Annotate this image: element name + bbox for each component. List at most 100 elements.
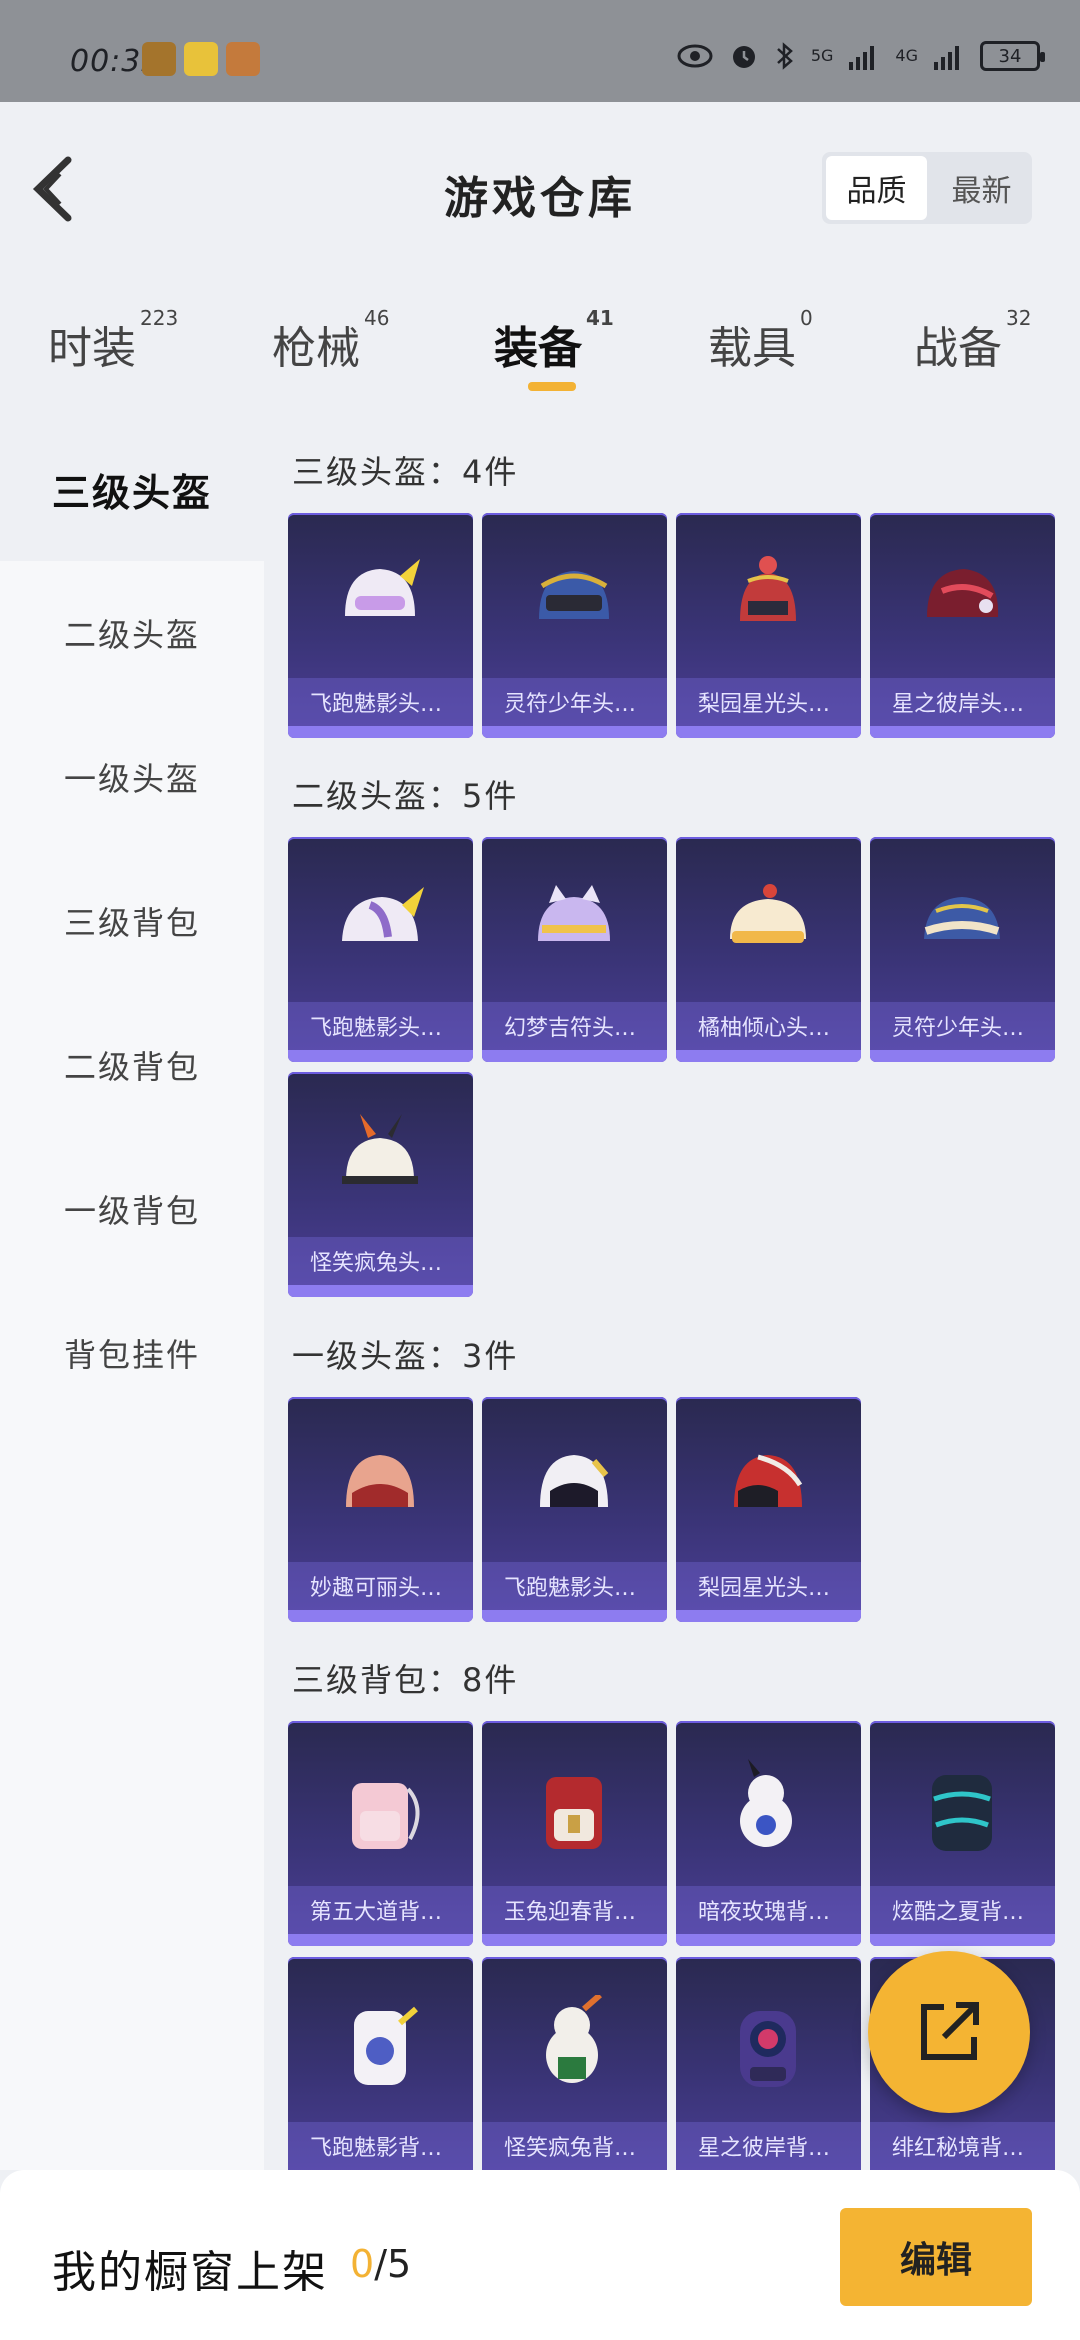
- rarity-bar: [288, 1285, 473, 1297]
- tab-weapons[interactable]: 枪械46: [272, 306, 389, 376]
- rarity-bar: [676, 1050, 861, 1062]
- sort-quality-button[interactable]: 品质: [826, 156, 927, 220]
- item-card[interactable]: 玉兔迎春背…: [482, 1721, 667, 1946]
- rarity-bar: [482, 726, 667, 738]
- item-card[interactable]: 炫酷之夏背…: [870, 1721, 1055, 1946]
- item-card[interactable]: 幻梦吉符头…: [482, 837, 667, 1062]
- external-link-icon: [921, 2002, 979, 2060]
- helmet-icon: [730, 884, 806, 943]
- backpack-icon: [740, 2011, 796, 2087]
- item-card[interactable]: 妙趣可丽头…: [288, 1397, 473, 1622]
- tab-label: 装备: [494, 323, 582, 374]
- showcase-bar: 我的橱窗上架 0/5 编辑: [0, 2170, 1080, 2340]
- item-card[interactable]: 飞跑魅影背…: [288, 1957, 473, 2170]
- tab-vehicles[interactable]: 载具0: [708, 306, 813, 376]
- item-card[interactable]: 飞跑魅影头…: [482, 1397, 667, 1622]
- sidebar: 三级头盔 二级头盔 一级头盔 三级背包 二级背包 一级背包 背包挂件: [0, 417, 264, 2170]
- tab-count: 32: [1006, 306, 1032, 331]
- item-card[interactable]: 灵符少年头…: [482, 513, 667, 738]
- rarity-bar: [288, 726, 473, 738]
- item-name: 幻梦吉符头…: [482, 1002, 667, 1050]
- item-card[interactable]: 灵符少年头…: [870, 837, 1055, 1062]
- rarity-bar: [870, 1050, 1055, 1062]
- backpack-icon: [546, 1777, 602, 1849]
- helmet-icon: [927, 569, 999, 617]
- rarity-bar: [482, 1610, 667, 1622]
- item-name: 妙趣可丽头…: [288, 1562, 473, 1610]
- item-card[interactable]: 星之彼岸头…: [870, 513, 1055, 738]
- signal-bars-icon: [849, 46, 875, 70]
- item-name: 飞跑魅影头…: [482, 1562, 667, 1610]
- backpack-icon: [932, 1775, 992, 1851]
- eye-icon: [677, 44, 713, 68]
- tab-label: 战备: [914, 323, 1002, 374]
- app-notification-icon: [142, 42, 176, 76]
- rarity-bar: [482, 1050, 667, 1062]
- rarity-bar: [870, 726, 1055, 738]
- item-name: 橘柚倾心头…: [676, 1002, 861, 1050]
- rarity-bar: [482, 1934, 667, 1946]
- signal-4g-icon: 4G: [895, 46, 918, 65]
- item-name: 梨园星光头…: [676, 1562, 861, 1610]
- sidebar-item-level1-helmet[interactable]: 一级头盔: [0, 705, 264, 849]
- item-name: 飞跑魅影头…: [288, 1002, 473, 1050]
- sidebar-item-level2-backpack[interactable]: 二级背包: [0, 993, 264, 1137]
- item-card[interactable]: 暗夜玫瑰背…: [676, 1721, 861, 1946]
- app-notification-icon: [226, 42, 260, 76]
- helmet-icon: [539, 571, 609, 619]
- alarm-icon: [732, 46, 755, 68]
- tab-fashion[interactable]: 时装223: [48, 306, 178, 376]
- category-tabs: 时装223 枪械46 装备41 载具0 战备32: [0, 302, 1080, 392]
- battery-level: 34: [998, 45, 1022, 67]
- item-name: 炫酷之夏背…: [870, 1886, 1055, 1934]
- section-title: 一级头盔：3件: [292, 1337, 519, 1375]
- helmet-icon: [346, 1455, 414, 1507]
- sidebar-item-level2-helmet[interactable]: 二级头盔: [0, 561, 264, 705]
- share-button[interactable]: [868, 1951, 1030, 2113]
- status-bar: 00:32 5G 4G 34: [0, 0, 1080, 102]
- tab-count: 223: [140, 306, 179, 331]
- tab-count: 46: [364, 306, 390, 331]
- section-title: 二级头盔：5件: [292, 777, 519, 815]
- item-name: 怪笑疯兔背…: [482, 2122, 667, 2170]
- helmet-icon: [345, 559, 420, 616]
- item-card[interactable]: 怪笑疯兔头…: [288, 1072, 473, 1297]
- tab-count: 41: [586, 306, 614, 331]
- item-card[interactable]: 橘柚倾心头…: [676, 837, 861, 1062]
- status-indicators: 5G 4G 34: [677, 40, 1045, 72]
- item-card[interactable]: 第五大道背…: [288, 1721, 473, 1946]
- battery-icon: 34: [980, 41, 1045, 71]
- item-card[interactable]: 怪笑疯兔背…: [482, 1957, 667, 2170]
- rarity-bar: [676, 1610, 861, 1622]
- edit-button[interactable]: 编辑: [840, 2208, 1032, 2306]
- item-name: 玉兔迎春背…: [482, 1886, 667, 1934]
- showcase-count-total: /5: [374, 2242, 412, 2286]
- rarity-bar: [288, 1934, 473, 1946]
- item-card[interactable]: 星之彼岸背…: [676, 1957, 861, 2170]
- rarity-bar: [676, 1934, 861, 1946]
- item-card[interactable]: 梨园星光头…: [676, 513, 861, 738]
- item-card[interactable]: 飞跑魅影头…: [288, 513, 473, 738]
- helmet-icon: [924, 897, 1000, 939]
- showcase-label: 我的橱窗上架: [52, 2247, 328, 2298]
- item-name: 飞跑魅影背…: [288, 2122, 473, 2170]
- showcase-count-current: 0: [350, 2242, 375, 2286]
- tab-equipment[interactable]: 装备41: [494, 306, 614, 376]
- backpack-icon: [352, 1783, 420, 1849]
- sidebar-item-backpack-charms[interactable]: 背包挂件: [0, 1281, 264, 1425]
- sort-newest-button[interactable]: 最新: [931, 152, 1032, 224]
- sidebar-item-level3-helmet[interactable]: 三级头盔: [0, 417, 264, 561]
- rarity-bar: [288, 1050, 473, 1062]
- tab-supplies[interactable]: 战备32: [914, 306, 1031, 376]
- sidebar-item-level1-backpack[interactable]: 一级背包: [0, 1137, 264, 1281]
- bluetooth-icon: [776, 42, 793, 70]
- item-card[interactable]: 梨园星光头…: [676, 1397, 861, 1622]
- header: 游戏仓库 品质 最新 时装223 枪械46 装备41 载具0 战备32: [0, 102, 1080, 417]
- item-name: 星之彼岸头…: [870, 678, 1055, 726]
- sidebar-item-level3-backpack[interactable]: 三级背包: [0, 849, 264, 993]
- helmet-icon: [734, 1454, 803, 1507]
- helmet-icon: [538, 885, 610, 941]
- tab-label: 时装: [48, 323, 136, 374]
- helmet-icon: [540, 1455, 609, 1507]
- item-card[interactable]: 飞跑魅影头…: [288, 837, 473, 1062]
